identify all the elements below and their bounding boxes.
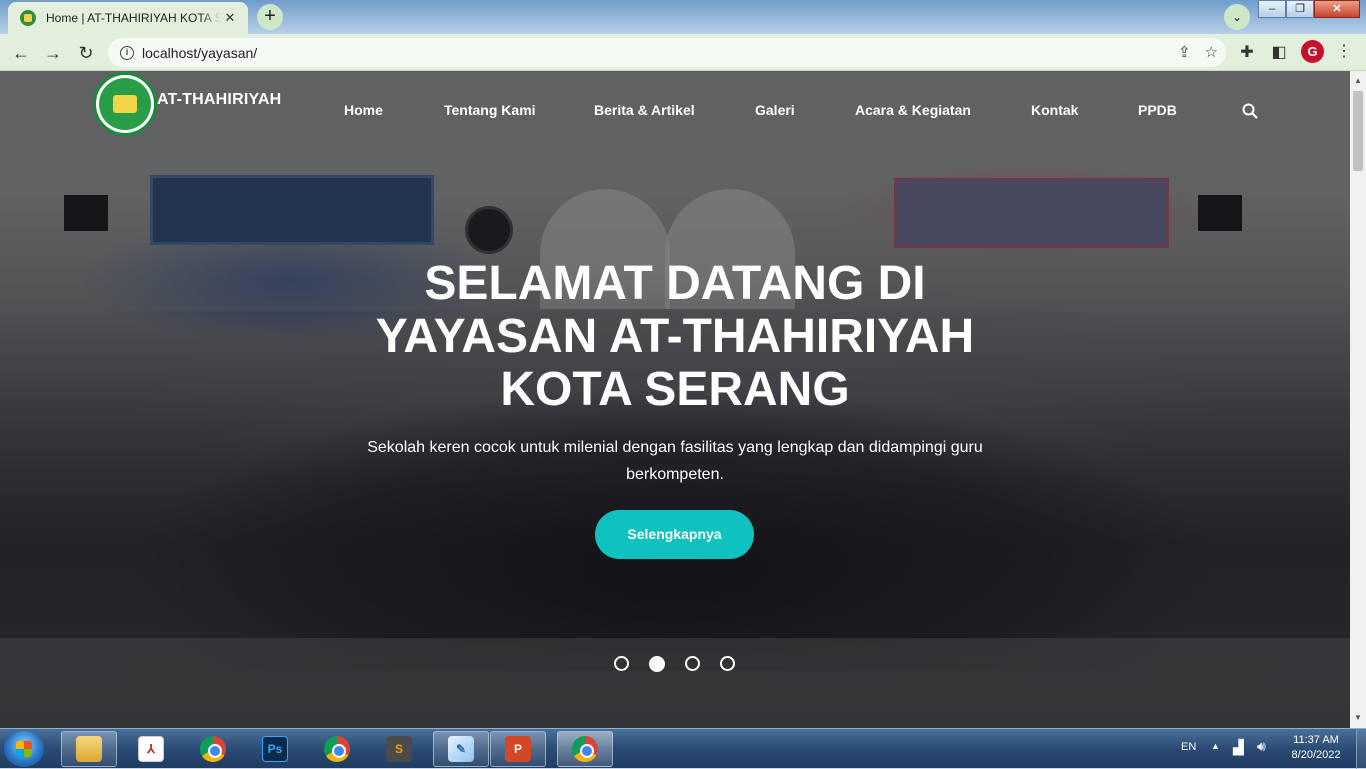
sublime-text-icon: S: [386, 736, 412, 762]
chrome-icon: [572, 736, 598, 762]
browser-menu-icon[interactable]: ⋮: [1334, 41, 1354, 61]
site-name[interactable]: AT-THAHIRIYAH: [157, 91, 281, 109]
nav-berita-artikel[interactable]: Berita & Artikel: [594, 102, 695, 118]
powerpoint-icon: P: [505, 736, 531, 762]
windows-taskbar: ⅄ Ps S ✎ P EN ▲ ▟ 🔊︎ 11:37 AM 8/20/2022: [0, 728, 1366, 769]
bookmark-star-icon[interactable]: ☆: [1205, 43, 1218, 61]
minimize-button[interactable]: –: [1258, 0, 1286, 18]
carousel-dot[interactable]: [720, 656, 735, 671]
volume-icon[interactable]: 🔊︎: [1257, 738, 1266, 755]
nav-home[interactable]: Home: [344, 102, 383, 118]
forward-arrow-icon[interactable]: →: [41, 41, 65, 65]
scroll-up-arrow-icon[interactable]: ▲: [1350, 73, 1366, 89]
carousel-indicators: [614, 656, 735, 672]
scrollbar-thumb[interactable]: [1353, 91, 1363, 171]
tab-search-button[interactable]: ⌄: [1224, 4, 1250, 30]
start-button[interactable]: [4, 731, 44, 767]
carousel-dot[interactable]: [685, 656, 700, 671]
show-desktop-button[interactable]: [1356, 729, 1366, 769]
network-icon[interactable]: ▟: [1233, 739, 1244, 756]
hero-title-line: SELAMAT DATANG DI: [424, 257, 926, 310]
browser-toolbar: ← → ↻ i localhost/yayasan/ ⇪ ☆ ✚ ◧ G ⋮: [0, 34, 1366, 71]
site-info-icon[interactable]: i: [120, 45, 134, 60]
photoshop-icon: Ps: [262, 736, 288, 762]
taskbar-adobe-acrobat[interactable]: ⅄: [123, 731, 179, 767]
url-text[interactable]: localhost/yayasan/: [142, 45, 257, 61]
hero-title-line: YAYASAN AT-THAHIRIYAH: [375, 310, 975, 363]
address-bar[interactable]: i localhost/yayasan/ ⇪ ☆: [108, 38, 1226, 67]
new-tab-button[interactable]: +: [257, 4, 283, 30]
reload-icon[interactable]: ↻: [74, 41, 98, 65]
nav-ppdb[interactable]: PPDB: [1138, 102, 1177, 118]
nav-galeri[interactable]: Galeri: [755, 102, 795, 118]
chrome-icon: [324, 736, 350, 762]
tab-close-icon[interactable]: ✕: [222, 10, 238, 26]
browser-tab-bar: Home | AT-THAHIRIYAH KOTA SERANG ✕ + ⌄ –…: [0, 0, 1366, 34]
show-hidden-icons-icon[interactable]: ▲: [1211, 741, 1220, 751]
pdf-icon: ⅄: [138, 736, 164, 762]
page-scrollbar[interactable]: ▲ ▼: [1350, 71, 1366, 728]
taskbar-chrome[interactable]: [309, 731, 365, 767]
tab-title: Home | AT-THAHIRIYAH KOTA SERANG: [46, 11, 221, 25]
taskbar-powerpoint[interactable]: P: [490, 731, 546, 767]
page-viewport: AT-THAHIRIYAH Home Tentang Kami Berita &…: [0, 71, 1350, 728]
taskbar-notepad[interactable]: ✎: [433, 731, 489, 767]
taskbar-chrome-canary[interactable]: [185, 731, 241, 767]
taskbar-file-explorer[interactable]: [61, 731, 117, 767]
taskbar-photoshop[interactable]: Ps: [247, 731, 303, 767]
hero-title: SELAMAT DATANG DI YAYASAN AT-THAHIRIYAH …: [0, 257, 1350, 416]
clock-time: 11:37 AM: [1293, 734, 1339, 746]
taskbar-clock[interactable]: 11:37 AM 8/20/2022: [1282, 733, 1350, 763]
profile-avatar-icon[interactable]: G: [1301, 40, 1324, 63]
nav-acara-kegiatan[interactable]: Acara & Kegiatan: [855, 102, 971, 118]
scroll-down-arrow-icon[interactable]: ▼: [1350, 710, 1366, 726]
clock-date: 8/20/2022: [1291, 749, 1341, 761]
share-icon[interactable]: ⇪: [1178, 43, 1191, 61]
extensions-puzzle-icon[interactable]: ✚: [1237, 42, 1257, 62]
taskbar-sublime-text[interactable]: S: [371, 731, 427, 767]
browser-tab-active[interactable]: Home | AT-THAHIRIYAH KOTA SERANG ✕: [8, 2, 248, 34]
search-icon[interactable]: [1242, 103, 1258, 119]
nav-tentang-kami[interactable]: Tentang Kami: [444, 102, 536, 118]
maximize-button[interactable]: ❐: [1286, 0, 1314, 18]
selengkapnya-button[interactable]: Selengkapnya: [595, 510, 754, 559]
site-favicon-icon: [20, 10, 36, 26]
taskbar-chrome-active[interactable]: [557, 731, 613, 767]
hero-subtitle: Sekolah keren cocok untuk milenial denga…: [367, 439, 983, 483]
window-controls: – ❐ ✕: [1258, 0, 1360, 18]
hero-title-line: KOTA SERANG: [500, 363, 850, 416]
nav-kontak[interactable]: Kontak: [1031, 102, 1078, 118]
side-panel-icon[interactable]: ◧: [1269, 42, 1289, 62]
back-arrow-icon[interactable]: ←: [9, 41, 33, 65]
notepad-icon: ✎: [448, 736, 474, 762]
carousel-dot[interactable]: [614, 656, 629, 671]
carousel-dot-active[interactable]: [649, 656, 665, 672]
close-window-button[interactable]: ✕: [1314, 0, 1360, 18]
folder-icon: [76, 736, 102, 762]
language-indicator[interactable]: EN: [1181, 741, 1196, 753]
site-logo-emblem[interactable]: [93, 72, 157, 136]
chrome-icon: [200, 736, 226, 762]
